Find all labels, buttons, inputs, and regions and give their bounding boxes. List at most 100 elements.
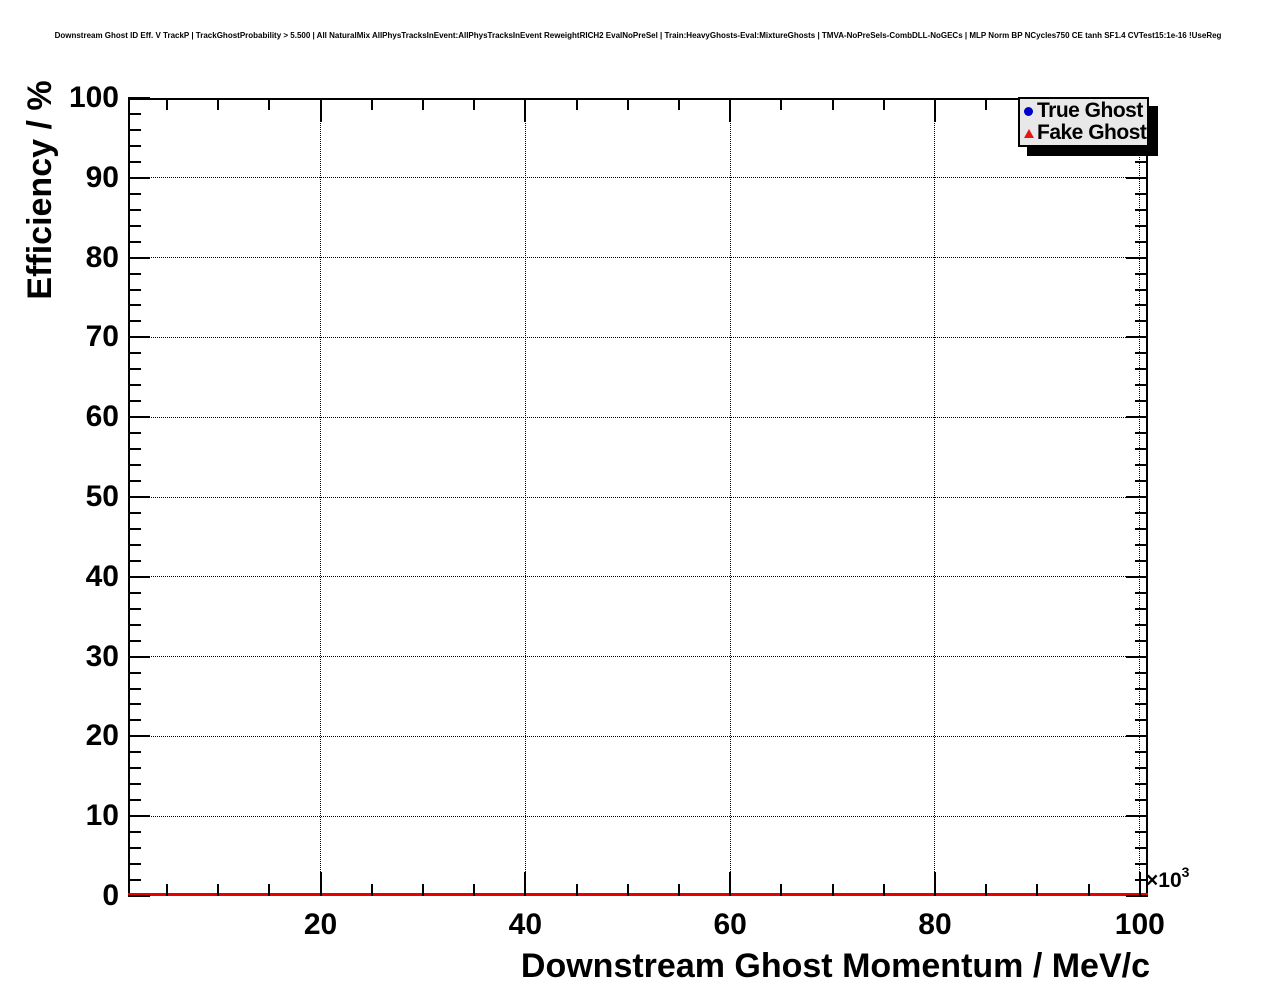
fake-ghost-zero-efficiency-line xyxy=(128,893,1148,896)
grid-line-horizontal xyxy=(128,416,1148,418)
x-minor-tick-mirror xyxy=(626,98,629,110)
legend-label-true-ghost: True Ghost xyxy=(1037,99,1143,122)
y-major-tick xyxy=(128,815,150,818)
y-minor-tick-mirror xyxy=(1135,272,1148,275)
x-major-tick xyxy=(729,872,732,896)
y-minor-tick xyxy=(128,847,141,850)
legend-label-fake-ghost: Fake Ghost xyxy=(1037,121,1147,144)
y-minor-tick xyxy=(128,320,141,323)
y-minor-tick-mirror xyxy=(1135,160,1148,163)
y-minor-tick xyxy=(128,799,141,802)
power-exponent: 3 xyxy=(1181,864,1190,880)
frame-top-border xyxy=(128,98,1148,100)
y-major-tick xyxy=(128,176,150,179)
y-minor-tick xyxy=(128,352,141,355)
y-minor-tick xyxy=(128,687,141,690)
y-major-tick xyxy=(128,496,150,498)
grid-line-horizontal xyxy=(128,815,1148,817)
y-minor-tick xyxy=(128,400,141,403)
y-minor-tick xyxy=(128,671,141,674)
y-minor-tick-mirror xyxy=(1135,448,1148,451)
y-minor-tick-mirror xyxy=(1135,288,1148,291)
y-axis-tick-label: 30 xyxy=(85,639,119,673)
y-major-tick-mirror xyxy=(1126,416,1148,419)
y-minor-tick-mirror xyxy=(1135,400,1148,403)
y-minor-tick-mirror xyxy=(1135,304,1148,307)
x-major-tick xyxy=(319,872,322,896)
y-minor-tick xyxy=(128,719,141,722)
y-minor-tick xyxy=(128,208,141,211)
x-axis-title: Downstream Ghost Momentum / MeV/c xyxy=(520,947,1150,985)
grid-line-horizontal xyxy=(128,576,1148,578)
y-minor-tick-mirror xyxy=(1135,799,1148,802)
y-minor-tick-mirror xyxy=(1135,368,1148,371)
x-minor-tick-mirror xyxy=(575,98,578,110)
x-minor-tick-mirror xyxy=(882,98,885,110)
x-minor-tick xyxy=(780,884,783,896)
y-minor-tick-mirror xyxy=(1135,559,1148,562)
x-minor-tick-mirror xyxy=(677,98,680,110)
y-minor-tick xyxy=(128,639,141,642)
y-minor-tick-mirror xyxy=(1135,432,1148,435)
y-minor-tick xyxy=(128,384,141,387)
y-minor-tick-mirror xyxy=(1135,511,1148,514)
y-minor-tick-mirror xyxy=(1135,831,1148,834)
y-major-tick xyxy=(128,895,150,897)
y-minor-tick xyxy=(128,879,141,882)
x-minor-tick xyxy=(1036,884,1039,896)
x-major-tick-mirror xyxy=(729,98,732,122)
x-axis-tick-label: 60 xyxy=(713,908,747,941)
y-minor-tick xyxy=(128,240,141,243)
x-axis-tick-label: 20 xyxy=(303,908,338,941)
x-minor-tick xyxy=(421,884,424,896)
x-axis-tick-label: 100 xyxy=(1114,908,1165,941)
y-minor-tick-mirror xyxy=(1135,352,1148,355)
legend-marker-cell xyxy=(1020,106,1037,116)
y-minor-tick xyxy=(128,160,141,163)
y-minor-tick-mirror xyxy=(1135,879,1148,882)
y-axis-tick-label: 40 xyxy=(85,559,119,593)
x-minor-tick xyxy=(370,884,373,896)
x-minor-tick-mirror xyxy=(268,98,271,110)
y-minor-tick-mirror xyxy=(1135,687,1148,690)
y-minor-tick-mirror xyxy=(1135,591,1148,594)
y-minor-tick-mirror xyxy=(1135,719,1148,722)
x-minor-tick xyxy=(165,884,168,896)
x-minor-tick xyxy=(268,884,271,896)
y-minor-tick-mirror xyxy=(1135,240,1148,243)
grid-line-horizontal xyxy=(128,735,1148,737)
y-axis-tick-label: 70 xyxy=(85,320,119,354)
x-minor-tick xyxy=(882,884,885,896)
grid-line-horizontal xyxy=(128,336,1148,338)
x-minor-tick-mirror xyxy=(985,98,988,110)
y-major-tick-mirror xyxy=(1126,336,1148,339)
x-major-tick-mirror xyxy=(933,98,936,122)
y-minor-tick xyxy=(128,543,141,546)
x-minor-tick-mirror xyxy=(780,98,783,110)
x-minor-tick-mirror xyxy=(831,98,834,110)
y-minor-tick-mirror xyxy=(1135,607,1148,610)
y-minor-tick xyxy=(128,448,141,451)
x-minor-tick-mirror xyxy=(421,98,424,110)
y-major-tick-mirror xyxy=(1126,575,1148,578)
y-minor-tick-mirror xyxy=(1135,671,1148,674)
y-major-tick xyxy=(128,256,150,259)
y-minor-tick-mirror xyxy=(1135,783,1148,786)
grid-line-horizontal xyxy=(128,656,1148,658)
y-minor-tick xyxy=(128,144,141,147)
y-minor-tick-mirror xyxy=(1135,320,1148,323)
x-major-tick xyxy=(524,872,527,896)
y-axis-tick-label: 50 xyxy=(85,480,119,513)
legend-entry-fake-ghost: Fake Ghost xyxy=(1020,121,1147,144)
y-minor-tick xyxy=(128,831,141,834)
y-minor-tick-mirror xyxy=(1135,543,1148,546)
y-minor-tick-mirror xyxy=(1135,480,1148,483)
y-minor-tick-mirror xyxy=(1135,863,1148,866)
y-minor-tick-mirror xyxy=(1135,192,1148,195)
x-major-tick-mirror xyxy=(319,98,322,122)
y-minor-tick xyxy=(128,288,141,291)
y-minor-tick xyxy=(128,464,141,467)
y-axis-tick-label: 0 xyxy=(102,879,119,912)
y-minor-tick xyxy=(128,591,141,594)
y-minor-tick xyxy=(128,128,141,131)
